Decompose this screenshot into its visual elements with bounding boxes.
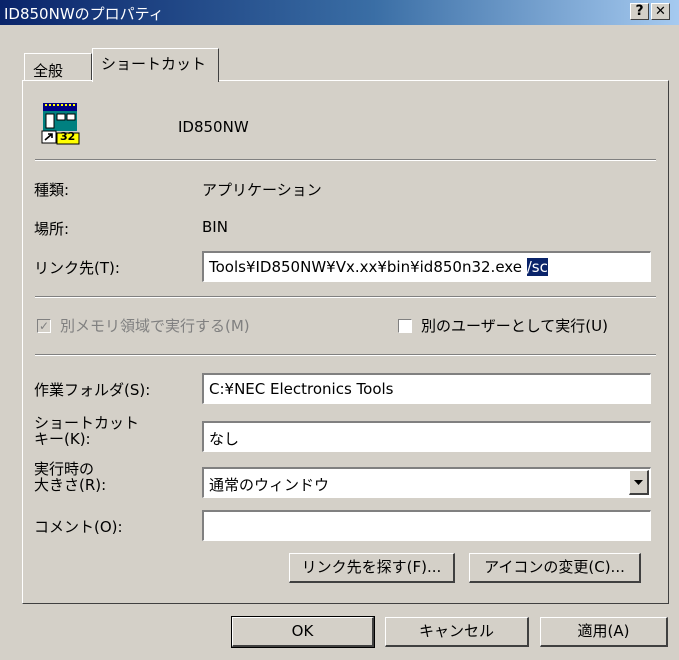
run-as-user-checkbox[interactable] [398,319,412,333]
workdir-input-text: C:¥NEC Electronics Tools [209,380,394,398]
tab-general[interactable]: 全般 [24,53,92,81]
workdir-input[interactable]: C:¥NEC Electronics Tools [202,373,651,404]
apply-button[interactable]: 適用(A) [540,617,668,647]
run-size-label-2: 大きさ(R): [34,476,107,494]
separate-memory-checkbox[interactable]: ✓ [37,319,51,333]
workdir-label: 作業フォルダ(S): [34,381,151,399]
target-input-text: Tools¥ID850NW¥Vx.xx¥bin¥id850n32.exe [209,258,527,276]
target-label: リンク先(T): [34,259,120,277]
shortcut-key-input[interactable]: なし [202,421,651,452]
divider [35,354,656,356]
find-target-button[interactable]: リンク先を探す(F)... [289,553,455,583]
divider [35,159,656,161]
type-value: アプリケーション [202,181,322,199]
help-button[interactable]: ? [630,3,649,20]
chevron-down-icon[interactable] [629,470,649,495]
separate-memory-label: 別メモリ領域で実行する(M) [60,317,250,335]
shortcut-key-label-1: ショートカット [34,414,140,432]
run-as-user-label: 別のユーザーとして実行(U) [421,317,608,335]
comment-label: コメント(O): [34,518,123,536]
app-name: ID850NW [178,118,249,136]
ok-button[interactable]: OK [231,616,375,648]
shortcut-key-input-text: なし [209,430,240,448]
window-title: ID850NWのプロパティ [4,5,164,23]
type-label: 種類: [34,181,70,199]
shortcut-panel: 32 ID850NW 種類: アプリケーション 場所: BIN リンク先(T):… [22,80,669,604]
comment-input[interactable] [202,510,651,541]
tab-shortcut-label: ショートカット [101,55,207,73]
application-icon: 32 [41,101,81,145]
run-size-select[interactable]: 通常のウィンドウ [202,467,651,498]
target-input-selection: /sc [526,258,548,276]
application-icon-badge: 32 [60,130,76,143]
shortcut-key-label-2: キー(K): [34,430,91,448]
change-icon-button[interactable]: アイコンの変更(C)... [469,553,641,583]
location-label: 場所: [34,220,70,238]
title-bar: ID850NWのプロパティ ? ✕ [0,0,679,25]
close-button[interactable]: ✕ [651,3,670,20]
cancel-button[interactable]: キャンセル [385,617,529,647]
run-size-label-1: 実行時の [34,460,95,478]
location-value: BIN [202,218,228,236]
target-input[interactable]: Tools¥ID850NW¥Vx.xx¥bin¥id850n32.exe /sc [202,251,651,282]
tab-general-label: 全般 [33,62,64,80]
run-size-select-value: 通常のウィンドウ [209,476,330,494]
divider [35,296,656,298]
tab-shortcut[interactable]: ショートカット [92,48,219,82]
